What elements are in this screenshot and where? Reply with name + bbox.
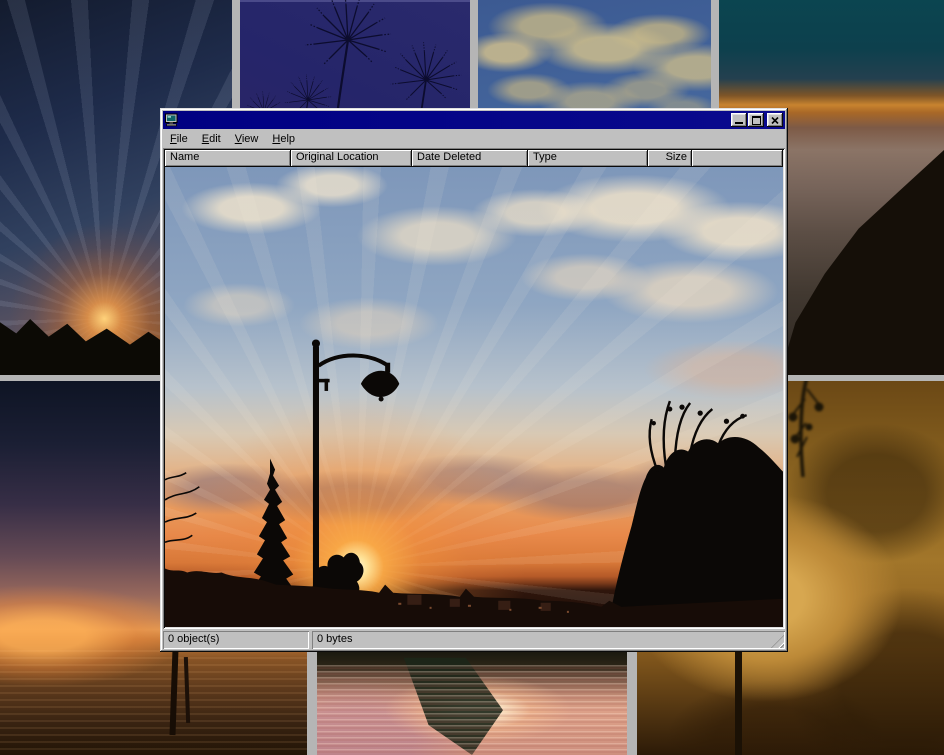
maximize-button[interactable] bbox=[748, 113, 764, 127]
menu-bar: File Edit View Help bbox=[163, 129, 785, 148]
lamp-arm bbox=[318, 356, 388, 366]
minimize-icon bbox=[735, 122, 743, 124]
photo-silhouettes bbox=[165, 167, 783, 627]
status-size: 0 bytes bbox=[312, 631, 785, 649]
column-header-blank[interactable] bbox=[692, 150, 783, 167]
close-icon bbox=[771, 117, 779, 124]
resize-grip[interactable] bbox=[771, 635, 784, 648]
recycle-bin-window: File Edit View Help Name Original Locati… bbox=[160, 108, 788, 652]
left-twigs bbox=[165, 473, 199, 543]
lamp-head bbox=[361, 371, 399, 397]
bg-lamp-pole-silhouette bbox=[735, 649, 742, 755]
column-header-size[interactable]: Size bbox=[648, 150, 692, 167]
status-bar: 0 object(s) 0 bytes bbox=[163, 631, 785, 649]
computer-icon bbox=[165, 113, 179, 127]
column-header-type[interactable]: Type bbox=[528, 150, 648, 167]
desktop: File Edit View Help Name Original Locati… bbox=[0, 0, 944, 755]
column-header-original-location[interactable]: Original Location bbox=[291, 150, 412, 167]
title-bar[interactable] bbox=[163, 111, 785, 129]
column-header-row: Name Original Location Date Deleted Type… bbox=[165, 150, 783, 167]
window-controls bbox=[731, 113, 783, 127]
tree-cluster-silhouette bbox=[607, 437, 783, 627]
bg-water-ripples bbox=[317, 665, 627, 755]
column-header-date-deleted[interactable]: Date Deleted bbox=[412, 150, 528, 167]
menu-view[interactable]: View bbox=[228, 131, 266, 148]
menu-edit[interactable]: Edit bbox=[195, 131, 228, 148]
list-view: Name Original Location Date Deleted Type… bbox=[163, 148, 785, 629]
maximize-icon bbox=[752, 116, 761, 125]
column-header-name[interactable]: Name bbox=[165, 150, 291, 167]
minimize-button[interactable] bbox=[731, 113, 747, 127]
menu-help[interactable]: Help bbox=[265, 131, 302, 148]
lamp-finial bbox=[312, 340, 320, 348]
close-button[interactable] bbox=[767, 113, 783, 127]
list-viewport-sunset-photo[interactable] bbox=[165, 167, 783, 627]
menu-file[interactable]: File bbox=[163, 131, 195, 148]
bg-water-streaks bbox=[0, 650, 307, 755]
status-object-count: 0 object(s) bbox=[163, 631, 309, 649]
